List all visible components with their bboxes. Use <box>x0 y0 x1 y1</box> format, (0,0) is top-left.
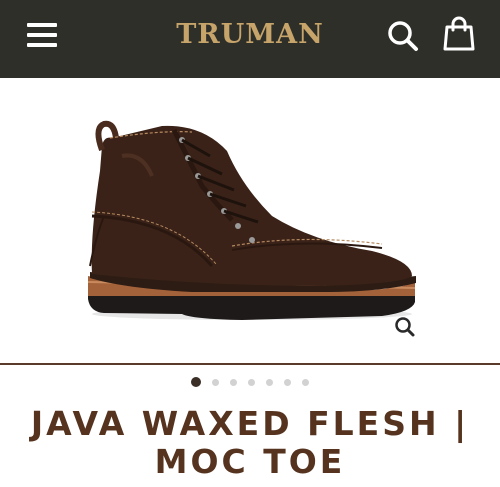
hamburger-line <box>27 33 57 37</box>
pagination-dot-3[interactable] <box>230 378 237 386</box>
search-icon <box>388 21 418 51</box>
pagination-dot-1[interactable] <box>191 377 201 387</box>
shopping-bag-icon <box>443 16 475 51</box>
gallery-divider <box>0 363 500 365</box>
product-title-line-1: JAVA WAXED FLESH | <box>30 404 470 443</box>
zoom-icon <box>395 317 415 337</box>
hamburger-line <box>27 43 57 47</box>
pagination-dot-5[interactable] <box>266 378 273 386</box>
product-title: JAVA WAXED FLESH | MOC TOE <box>20 405 480 481</box>
cart-button[interactable] <box>443 16 475 52</box>
pagination-dot-4[interactable] <box>248 378 255 386</box>
pagination-dot-7[interactable] <box>302 378 309 386</box>
pagination-dot-2[interactable] <box>212 378 219 386</box>
search-button[interactable] <box>386 19 420 53</box>
boot-product-photo <box>87 120 416 320</box>
hamburger-menu-icon <box>27 23 57 27</box>
gallery-pagination <box>0 377 500 389</box>
brand-logo[interactable]: TRUMAN <box>160 18 340 52</box>
pagination-dot-6[interactable] <box>284 378 291 386</box>
product-gallery[interactable] <box>0 78 500 364</box>
menu-button[interactable] <box>27 23 57 47</box>
site-header: TRUMAN <box>0 0 500 78</box>
zoom-button[interactable] <box>393 315 417 339</box>
product-title-line-2: MOC TOE <box>154 442 346 481</box>
